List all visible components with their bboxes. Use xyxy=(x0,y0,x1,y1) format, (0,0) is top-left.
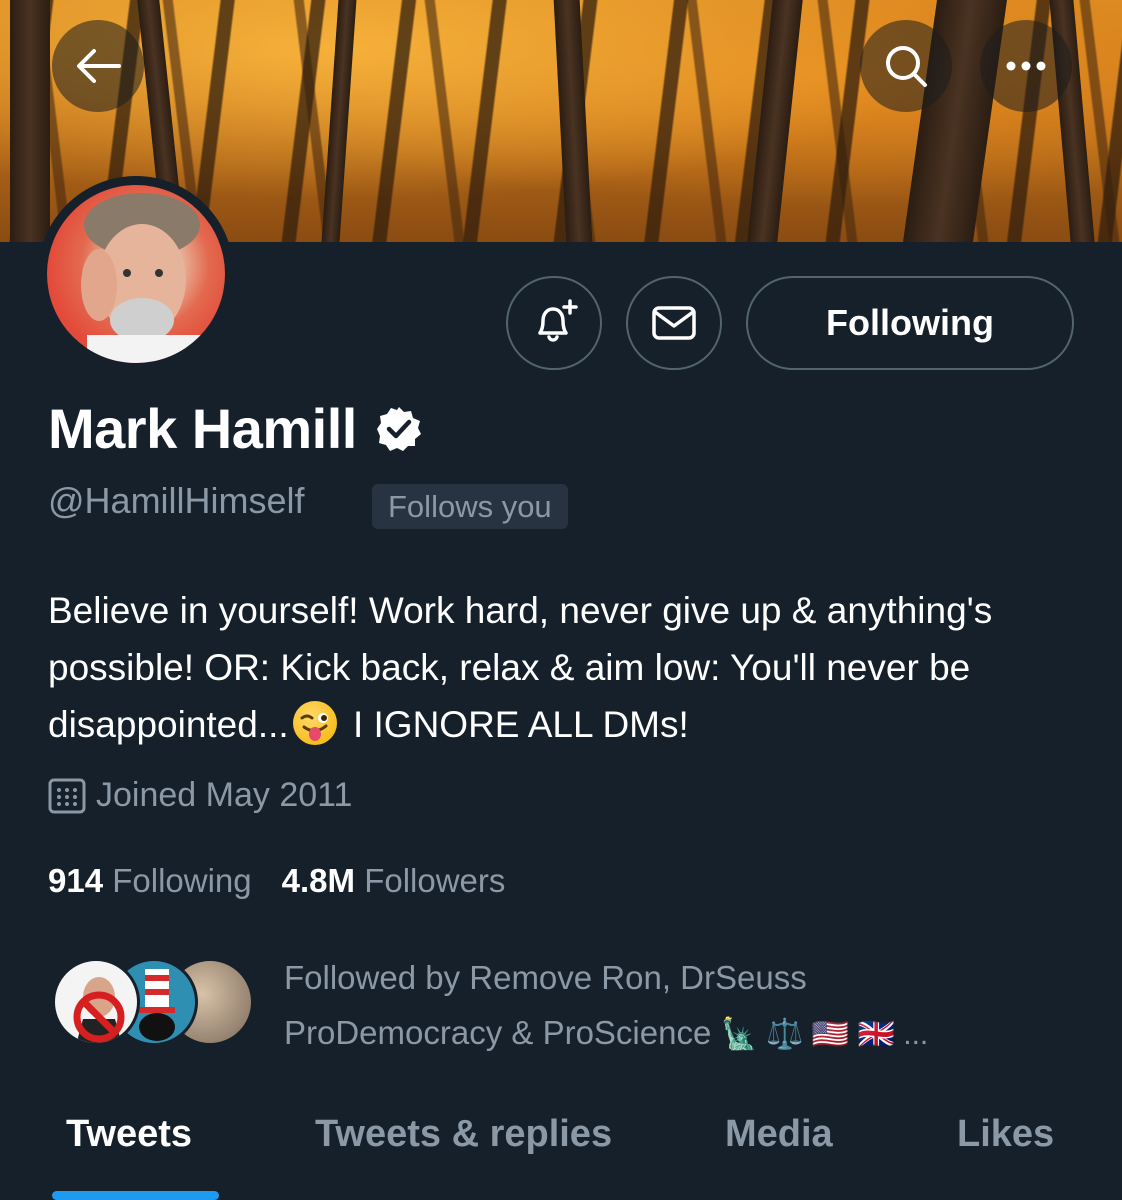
joined-text: Joined May 2011 xyxy=(96,776,353,814)
tab-tweets-replies[interactable]: Tweets & replies xyxy=(315,1113,612,1156)
winking-face-with-tongue-emoji xyxy=(292,701,337,745)
banner-tree-trunk xyxy=(553,0,593,242)
profile-handle: @HamillHimself xyxy=(48,480,305,521)
followers-count-link[interactable]: 4.8M Followers xyxy=(282,862,506,900)
tab-tweets[interactable]: Tweets xyxy=(66,1113,192,1156)
followers-count: 4.8M xyxy=(281,862,356,899)
calendar-icon xyxy=(48,778,86,813)
mail-icon xyxy=(652,306,696,340)
following-button[interactable]: Following xyxy=(746,276,1074,370)
bio-text-end: I IGNORE ALL DMs! xyxy=(342,704,689,745)
more-options-button[interactable] xyxy=(980,20,1072,112)
avatar-photo xyxy=(47,185,225,363)
followed-by-names: ProDemocracy & ProScience xyxy=(284,1014,712,1051)
followed-by-emoji-suffix: 🗽 ⚖️ 🇺🇸 🇬🇧 ... xyxy=(720,1018,929,1051)
tab-likes[interactable]: Likes xyxy=(957,1113,1054,1156)
follow-stats: 914 Following 4.8M Followers xyxy=(48,862,505,900)
profile-bio: Believe in yourself! Work hard, never gi… xyxy=(48,582,1088,753)
followed-by-line: Followed by Remove Ron, DrSeuss xyxy=(284,959,807,996)
following-count: 914 xyxy=(48,862,104,899)
back-button[interactable] xyxy=(52,20,144,112)
banner-tree-trunk xyxy=(747,0,803,242)
follows-you-badge: Follows you xyxy=(372,484,568,529)
tab-media[interactable]: Media xyxy=(725,1113,833,1156)
profile-avatar[interactable] xyxy=(38,176,234,372)
bell-plus-icon xyxy=(538,299,578,342)
following-count-link[interactable]: 914 Following xyxy=(48,862,252,900)
arrow-left-icon xyxy=(77,49,121,83)
joined-date: Joined May 2011 xyxy=(48,776,352,815)
profile-tabs: Tweets Tweets & replies Media Likes xyxy=(0,1105,1122,1200)
following-button-label: Following xyxy=(826,302,994,343)
follower-avatar xyxy=(52,958,140,1046)
display-name: Mark Hamill xyxy=(48,397,357,460)
more-horizontal-icon xyxy=(1006,61,1046,71)
profile-name: Mark Hamill xyxy=(48,396,423,461)
search-icon xyxy=(886,46,927,87)
banner-tree-trunk xyxy=(321,0,357,242)
active-tab-indicator xyxy=(52,1191,219,1200)
following-label: Following xyxy=(112,862,252,899)
notifications-button[interactable] xyxy=(506,276,602,370)
followers-label: Followers xyxy=(364,862,506,899)
verified-badge-icon xyxy=(376,406,421,451)
search-button[interactable] xyxy=(860,20,952,112)
followed-by-text[interactable]: Followed by Remove Ron, DrSeuss ProDemoc… xyxy=(284,950,1104,1062)
message-button[interactable] xyxy=(626,276,722,370)
banner-tree-trunk xyxy=(10,0,50,242)
followed-by-line: ProDemocracy & ProScience 🗽 ⚖️ 🇺🇸 🇬🇧 ... xyxy=(284,1005,1104,1062)
